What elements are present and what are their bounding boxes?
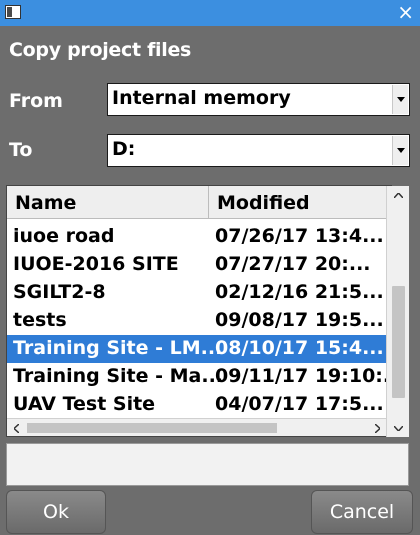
chevron-down-icon[interactable] — [392, 136, 408, 165]
column-header-name[interactable]: Name — [7, 186, 209, 219]
row-modified: 09/08/17 19:5... — [215, 309, 384, 331]
vertical-scroll-thumb[interactable] — [392, 286, 405, 398]
table-row[interactable]: SGILT2-8 02/12/16 21:5... — [7, 279, 391, 307]
row-name: iuoe road — [13, 225, 115, 247]
scroll-up-icon[interactable] — [387, 186, 410, 204]
chevron-down-icon[interactable] — [392, 85, 408, 114]
row-modified: 07/26/17 13:4... — [215, 225, 384, 247]
table-row[interactable]: Training Site - Ma... 09/11/17 19:10:... — [7, 363, 391, 391]
to-select-value: D: — [112, 138, 136, 160]
cancel-button[interactable]: Cancel — [311, 490, 413, 534]
table-row[interactable]: iuoe road 07/26/17 13:4... — [7, 223, 391, 251]
row-modified: 09/11/17 19:10:... — [215, 365, 392, 387]
dialog-title: Copy project files — [9, 39, 192, 61]
table-row[interactable]: IUOE-2016 SITE 07/27/17 20:... — [7, 251, 391, 279]
scroll-right-icon[interactable] — [368, 419, 386, 437]
close-icon[interactable]: × — [397, 1, 414, 23]
table-row-selected[interactable]: Training Site - LM... 08/10/17 15:4... — [7, 335, 391, 363]
scroll-left-icon[interactable] — [7, 419, 25, 437]
from-label: From — [9, 90, 63, 112]
row-name: Training Site - Ma... — [13, 365, 224, 387]
list-header: Name Modified — [7, 186, 391, 219]
vertical-scrollbar[interactable] — [386, 186, 409, 437]
table-row[interactable]: tests 09/08/17 19:5... — [7, 307, 391, 335]
row-name: Training Site - LM... — [13, 337, 223, 359]
row-modified: 07/27/17 20:... — [215, 253, 371, 275]
row-modified: 08/10/17 15:4... — [215, 337, 384, 359]
row-name: tests — [13, 309, 67, 331]
app-window-icon — [5, 5, 21, 19]
to-label: To — [9, 139, 33, 161]
row-name: SGILT2-8 — [13, 281, 106, 303]
row-modified: 02/12/16 21:5... — [215, 281, 384, 303]
ok-button[interactable]: Ok — [6, 490, 106, 534]
status-field — [6, 443, 409, 486]
row-name: UAV Test Site — [13, 393, 156, 415]
to-select[interactable]: D: — [107, 134, 410, 167]
from-select-value: Internal memory — [112, 87, 291, 109]
horizontal-scroll-thumb[interactable] — [27, 423, 277, 433]
from-select[interactable]: Internal memory — [107, 83, 410, 116]
horizontal-scrollbar[interactable] — [7, 418, 386, 436]
project-file-list[interactable]: Name Modified iuoe road 07/26/17 13:4...… — [6, 185, 392, 437]
column-header-modified[interactable]: Modified — [209, 186, 391, 219]
scroll-down-icon[interactable] — [387, 419, 410, 437]
row-name: IUOE-2016 SITE — [13, 253, 179, 275]
table-row[interactable]: UAV Test Site 04/07/17 17:5... — [7, 391, 391, 419]
row-modified: 04/07/17 17:5... — [215, 393, 384, 415]
title-bar: × — [0, 0, 420, 26]
